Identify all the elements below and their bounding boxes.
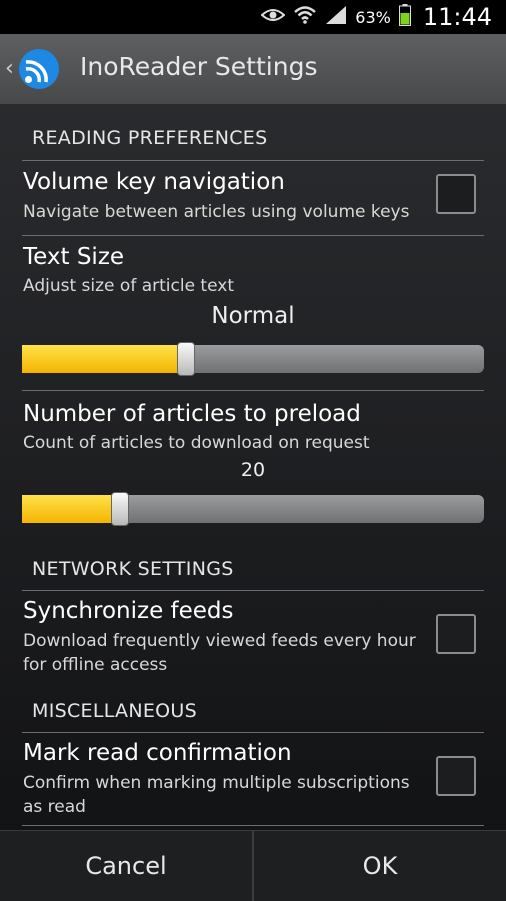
pref-title: Synchronize feeds [23, 598, 234, 624]
volume-key-checkbox[interactable] [436, 174, 476, 214]
pref-summary: Download frequently viewed feeds every h… [23, 631, 416, 675]
synchronize-feeds-checkbox[interactable] [436, 614, 476, 654]
divider [22, 590, 484, 591]
cancel-button[interactable]: Cancel [0, 831, 252, 901]
section-header-network: NETWORK SETTINGS [32, 558, 234, 580]
page-title: InoReader Settings [80, 52, 318, 81]
action-bar: ‹ InoReader Settings [0, 34, 506, 105]
ok-button[interactable]: OK [254, 831, 506, 901]
battery-percent: 63% [355, 7, 391, 27]
back-chevron-icon[interactable]: ‹ [5, 56, 14, 81]
slider-thumb[interactable] [177, 342, 195, 376]
clock: 11:44 [422, 3, 492, 31]
settings-list[interactable]: READING PREFERENCES Volume key navigatio… [0, 105, 506, 830]
preload-value: 20 [240, 459, 266, 481]
pref-title: Volume key navigation [23, 169, 285, 195]
text-size-value: Normal [211, 303, 295, 329]
mark-read-checkbox[interactable] [436, 756, 476, 796]
wifi-icon [293, 5, 317, 29]
pref-summary: Count of articles to download on request [23, 433, 370, 453]
section-header-reading: READING PREFERENCES [32, 127, 268, 149]
divider [22, 390, 484, 391]
pref-title: Text Size [23, 244, 125, 270]
inoreader-logo-icon[interactable] [16, 46, 62, 92]
slider-fill [22, 345, 186, 373]
pref-title: Mark read confirmation [23, 740, 292, 766]
pref-title: Number of articles to preload [23, 401, 361, 427]
divider [22, 235, 484, 236]
signal-icon [325, 5, 347, 29]
divider [22, 825, 484, 826]
divider [22, 732, 484, 733]
eye-icon [260, 7, 286, 27]
pref-summary: Adjust size of article text [23, 276, 234, 296]
pref-summary: Navigate between articles using volume k… [23, 202, 410, 222]
slider-thumb[interactable] [111, 492, 129, 526]
text-size-slider[interactable] [22, 342, 484, 376]
status-bar: 63% 11:44 [0, 0, 506, 34]
dialog-button-bar: Cancel OK [0, 830, 506, 901]
section-header-misc: MISCELLANEOUS [32, 700, 197, 722]
pref-summary: Confirm when marking multiple subscripti… [23, 773, 410, 817]
divider [22, 160, 484, 161]
battery-icon [398, 4, 411, 30]
slider-fill [22, 495, 120, 523]
preload-slider[interactable] [22, 492, 484, 526]
